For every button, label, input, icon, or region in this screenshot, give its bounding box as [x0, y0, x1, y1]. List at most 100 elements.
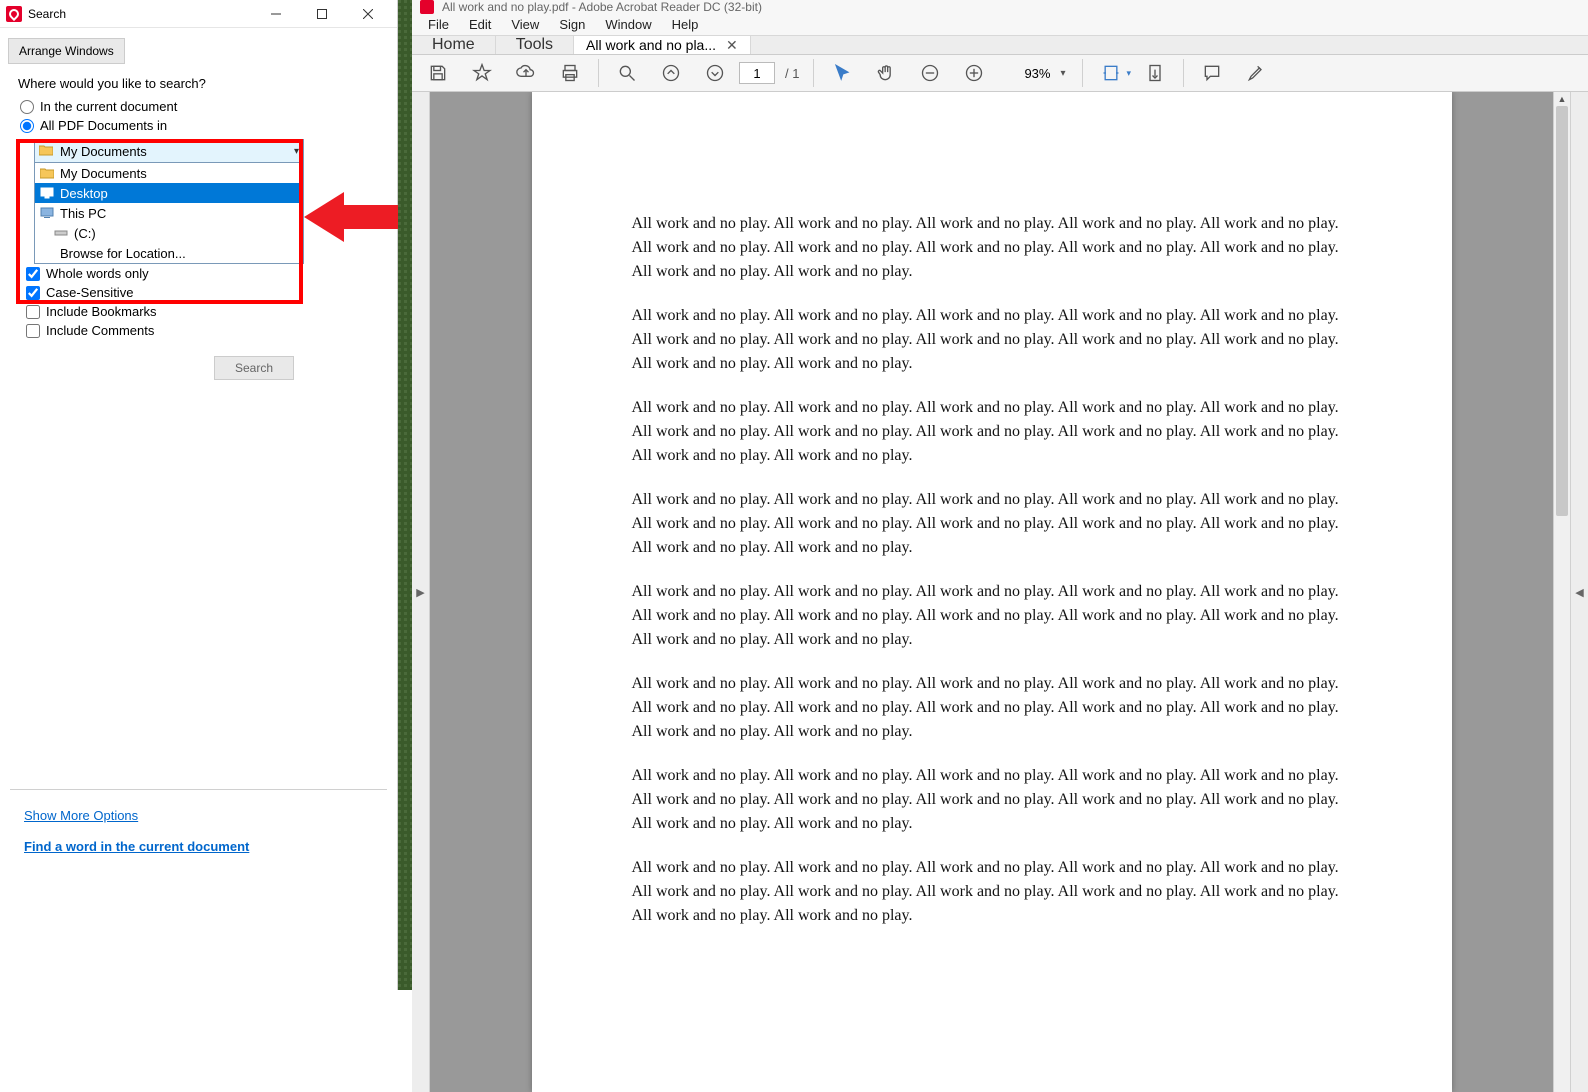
zoom-level-label[interactable]: 93% [998, 66, 1054, 81]
hand-tool-icon[interactable] [866, 55, 906, 91]
toolbar-separator [813, 59, 814, 87]
dropdown-item-label: This PC [60, 206, 106, 221]
search-prompt-label: Where would you like to search? [8, 76, 389, 91]
check-label: Whole words only [46, 266, 149, 281]
maximize-button[interactable] [299, 0, 345, 28]
save-icon[interactable] [418, 55, 458, 91]
page-down-icon[interactable] [695, 55, 735, 91]
search-title-text: Search [28, 7, 253, 21]
dropdown-item-browse[interactable]: Browse for Location... [35, 243, 303, 263]
menu-window[interactable]: Window [595, 14, 661, 35]
right-panel-handle[interactable]: ◀ [1570, 92, 1588, 1092]
blank-icon [39, 246, 55, 260]
location-dropdown[interactable]: My Documents ▾ My Documents Desktop This… [34, 139, 304, 264]
dropdown-selected-label: My Documents [60, 144, 147, 159]
scroll-up-icon[interactable]: ▲ [1554, 94, 1570, 104]
chevron-down-icon: ▾ [294, 146, 299, 157]
document-viewport[interactable]: All work and no play. All work and no pl… [430, 92, 1553, 1092]
acrobat-icon [6, 6, 22, 22]
dropdown-item-drive-c[interactable]: (C:) [35, 223, 303, 243]
vertical-scrollbar[interactable]: ▲ [1553, 92, 1570, 1092]
page-up-icon[interactable] [651, 55, 691, 91]
menu-file[interactable]: File [418, 14, 459, 35]
dropdown-item-label: Desktop [60, 186, 108, 201]
dropdown-item-my-documents[interactable]: My Documents [35, 163, 303, 183]
minimize-button[interactable] [253, 0, 299, 28]
search-button[interactable]: Search [214, 356, 294, 380]
check-whole-words[interactable]: Whole words only [26, 266, 389, 281]
close-button[interactable] [345, 0, 391, 28]
check-label: Case-Sensitive [46, 285, 133, 300]
document-paragraph: All work and no play. All work and no pl… [632, 580, 1352, 652]
acrobat-window: All work and no play.pdf - Adobe Acrobat… [412, 0, 1588, 990]
zoom-out-icon[interactable] [910, 55, 950, 91]
document-paragraph: All work and no play. All work and no pl… [632, 396, 1352, 468]
acrobat-icon [420, 0, 434, 14]
check-include-bookmarks[interactable]: Include Bookmarks [26, 304, 389, 319]
tab-document-label: All work and no pla... [586, 37, 716, 53]
scrollbar-thumb[interactable] [1556, 106, 1568, 516]
dropdown-item-this-pc[interactable]: This PC [35, 203, 303, 223]
chevron-down-icon[interactable]: ▾ [1127, 68, 1132, 79]
folder-icon [39, 144, 55, 158]
menu-sign[interactable]: Sign [549, 14, 595, 35]
menu-edit[interactable]: Edit [459, 14, 501, 35]
content-area: ▶ All work and no play. All work and no … [412, 92, 1588, 1092]
radio-all-label: All PDF Documents in [40, 118, 167, 133]
link-show-more-options[interactable]: Show More Options [24, 808, 387, 823]
arrange-windows-button[interactable]: Arrange Windows [8, 38, 125, 64]
folder-icon [39, 166, 55, 180]
pc-icon [39, 206, 55, 220]
dropdown-item-label: (C:) [74, 226, 96, 241]
menu-view[interactable]: View [501, 14, 549, 35]
acrobat-title-text: All work and no play.pdf - Adobe Acrobat… [442, 0, 762, 14]
document-paragraph: All work and no play. All work and no pl… [632, 764, 1352, 836]
highlight-icon[interactable] [1236, 55, 1276, 91]
document-page: All work and no play. All work and no pl… [532, 92, 1452, 1092]
link-find-word[interactable]: Find a word in the current document [24, 839, 387, 854]
document-paragraph: All work and no play. All work and no pl… [632, 672, 1352, 744]
check-case-sensitive[interactable]: Case-Sensitive [26, 285, 389, 300]
menu-help[interactable]: Help [662, 14, 709, 35]
fit-width-icon[interactable] [1091, 55, 1131, 91]
left-panel-handle[interactable]: ▶ [412, 92, 430, 1092]
tab-document[interactable]: All work and no pla... ✕ [574, 36, 751, 54]
toolbar-separator [598, 59, 599, 87]
star-icon[interactable] [462, 55, 502, 91]
search-panel: Search Arrange Windows Where would you l… [0, 0, 398, 990]
page-total-label: / 1 [779, 66, 805, 81]
zoom-in-icon[interactable] [954, 55, 994, 91]
zoom-chevron-icon[interactable]: ▾ [1058, 68, 1073, 79]
document-paragraph: All work and no play. All work and no pl… [632, 212, 1352, 284]
dropdown-item-label: My Documents [60, 166, 147, 181]
drive-icon [53, 226, 69, 240]
cloud-upload-icon[interactable] [506, 55, 546, 91]
find-icon[interactable] [607, 55, 647, 91]
radio-current-document[interactable]: In the current document [20, 99, 389, 114]
toolbar-separator [1183, 59, 1184, 87]
check-label: Include Comments [46, 323, 154, 338]
dropdown-item-desktop[interactable]: Desktop [35, 183, 303, 203]
menu-bar: File Edit View Sign Window Help [412, 14, 1588, 36]
select-tool-icon[interactable] [822, 55, 862, 91]
radio-all-pdfs[interactable]: All PDF Documents in [20, 118, 389, 133]
comment-icon[interactable] [1192, 55, 1232, 91]
check-include-comments[interactable]: Include Comments [26, 323, 389, 338]
toolbar-separator [1082, 59, 1083, 87]
tab-tools[interactable]: Tools [496, 36, 574, 54]
document-paragraph: All work and no play. All work and no pl… [632, 856, 1352, 928]
toolbar: / 1 93% ▾ ▾ [412, 55, 1588, 92]
scroll-mode-icon[interactable] [1135, 55, 1175, 91]
acrobat-titlebar: All work and no play.pdf - Adobe Acrobat… [412, 0, 1588, 14]
dropdown-list: My Documents Desktop This PC (C:) Browse… [34, 163, 304, 264]
close-tab-icon[interactable]: ✕ [726, 37, 738, 54]
document-paragraph: All work and no play. All work and no pl… [632, 304, 1352, 376]
tab-home[interactable]: Home [412, 36, 496, 54]
search-titlebar: Search [0, 0, 397, 28]
search-footer: Show More Options Find a word in the cur… [10, 789, 387, 870]
radio-current-label: In the current document [40, 99, 177, 114]
print-icon[interactable] [550, 55, 590, 91]
dropdown-selected[interactable]: My Documents ▾ [34, 139, 304, 163]
document-paragraph: All work and no play. All work and no pl… [632, 488, 1352, 560]
page-number-input[interactable] [739, 62, 775, 84]
